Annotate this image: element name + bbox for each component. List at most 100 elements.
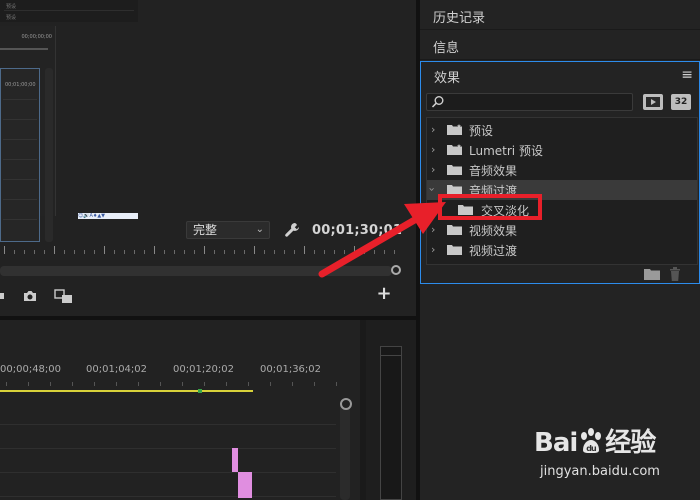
folder-icon [447,245,462,255]
zoom-scroll-bar[interactable] [0,266,392,276]
program-monitor: 预设 预设 00;00;00;00 00;01;00;00 ☺🔊A♦▲▼ 完整 … [0,0,416,316]
chevron-right-icon: › [431,243,436,256]
audio-clip[interactable] [232,448,238,472]
timeline-scroll-handle[interactable] [340,398,352,410]
source-slider[interactable] [0,48,48,50]
source-scrollbar[interactable] [45,68,53,242]
timeline-ruler-tick [160,382,161,386]
track-divider [0,424,336,425]
source-badge: ☺🔊A♦▲▼ [78,213,138,219]
ruler-tick [134,250,135,254]
folder-icon [447,165,462,175]
ruler-tick [314,250,315,254]
chevron-right-icon: › [431,223,436,236]
ruler-tick [324,250,325,254]
ruler-tick [104,246,105,254]
audio-meter-peak [380,346,402,356]
search-icon [431,96,444,108]
view-line [3,99,37,100]
work-area-bar[interactable] [0,390,253,392]
timeline-ruler-tick [270,382,271,386]
info-panel-tab[interactable]: 信息 [420,30,700,60]
transport-controls [0,286,416,306]
effects-search-input[interactable] [426,93,633,111]
step-icon[interactable] [0,288,6,304]
effects-panel: 效果 ≡ 32 › 预设 › Lumetri 预设 › 音频效果 › 音频过渡 … [420,61,700,284]
camera-icon[interactable] [22,288,38,304]
source-view-time: 00;01;00;00 [5,82,36,88]
ruler-tick [14,250,15,254]
ruler-tick [4,246,5,254]
effects-item-video-transitions[interactable]: › 视频过渡 [427,240,697,260]
view-line [3,119,37,120]
ruler-tick [334,250,335,254]
timeline-ruler-tick [314,382,315,386]
view-line [3,199,37,200]
ruler-tick [114,250,115,254]
timeline-panel: 00;00;48;00 00;01;04;02 00;01;20;02 00;0… [0,320,360,500]
timeline-ruler-tick [138,382,139,386]
chevron-down-icon: › [425,187,439,192]
ruler-tick [244,250,245,254]
effects-item-label: 音频效果 [469,164,518,178]
time-ruler[interactable] [0,246,400,262]
ruler-tick [174,250,175,254]
ruler-tick [304,246,305,254]
timeline-scrollbar[interactable] [340,400,350,500]
wrench-icon[interactable] [284,222,300,238]
annotation-highlight-box [438,194,542,220]
effects-item-label: Lumetri 预设 [469,144,543,158]
effects-item-video-effects[interactable]: › 视频效果 [427,220,697,240]
32bit-effects-button[interactable]: 32 [671,94,691,110]
playhead-timecode[interactable]: 00;01;30;01 [312,223,402,238]
trash-icon[interactable] [669,267,681,281]
timeline-time-label: 00;00;48;00 [0,364,62,375]
timeline-ruler-tick [248,382,249,386]
accelerated-effects-icon [646,97,660,107]
baidu-logo: Bai du 经验 [534,422,656,459]
accelerated-effects-button[interactable] [643,94,663,110]
ruler-tick [84,250,85,254]
playhead-marker[interactable] [198,389,202,393]
playback-resolution-select[interactable]: 完整 ⌄ [186,221,270,239]
ruler-tick [74,250,75,254]
mini-row-divider [4,10,134,11]
ruler-tick [124,250,125,254]
effects-item-presets[interactable]: › 预设 [427,120,697,140]
ruler-tick [284,250,285,254]
ruler-tick [344,250,345,254]
track-divider [0,496,336,497]
hamburger-icon[interactable]: ≡ [681,67,693,83]
history-panel-tab[interactable]: 历史记录 [420,0,700,30]
ruler-tick [204,246,205,254]
effects-item-label: 预设 [469,124,494,138]
effects-item-lumetri-presets[interactable]: › Lumetri 预设 [427,140,697,160]
paw-icon: du [581,428,602,453]
source-panel: 00;00;00;00 00;01;00;00 [0,26,56,242]
chevron-right-icon: › [431,143,436,156]
timeline-time-label: 00;01;36;02 [260,364,322,375]
ruler-tick [374,250,375,254]
mini-row-label: 预设 [6,15,17,21]
add-button[interactable]: + [376,285,392,303]
info-panel-label: 信息 [433,41,460,56]
effects-item-label: 视频过渡 [469,244,518,258]
ruler-tick [64,250,65,254]
audio-clip[interactable] [238,472,252,498]
timeline-ruler-tick [182,382,183,386]
effects-panel-title[interactable]: 效果 [434,67,460,86]
ruler-tick [34,250,35,254]
timeline-ruler-tick [226,382,227,386]
zoom-handle[interactable] [391,265,401,275]
new-bin-icon[interactable] [644,268,660,280]
compare-view-icon[interactable] [54,288,74,304]
ruler-tick [144,250,145,254]
ruler-tick [364,250,365,254]
history-panel-label: 历史记录 [433,11,486,26]
view-line [3,159,37,160]
mini-panel: 预设 预设 [0,0,138,22]
track-divider [0,448,336,449]
effects-item-audio-effects[interactable]: › 音频效果 [427,160,697,180]
timeline-ruler-tick [292,382,293,386]
ruler-tick [224,250,225,254]
